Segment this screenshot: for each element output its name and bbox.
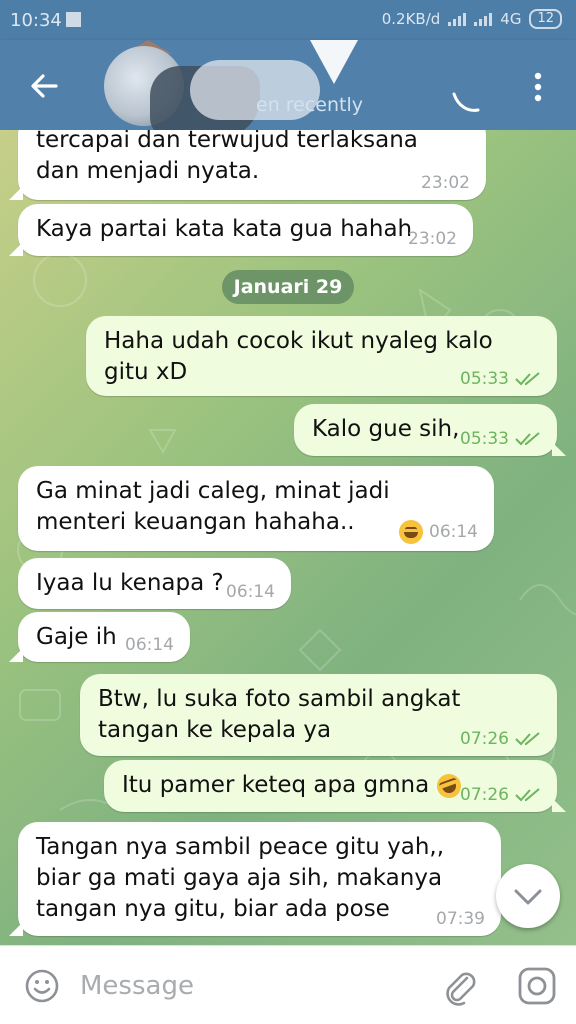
message-time: 23:02 <box>421 173 470 193</box>
message-text: tercapai dan terwujud terlaksana dan men… <box>36 130 418 184</box>
paperclip-icon[interactable] <box>440 966 480 1006</box>
double-check-icon <box>515 372 540 386</box>
message-time: 23:02 <box>408 229 457 249</box>
signal-1-icon <box>448 12 467 26</box>
chevron-down-icon <box>514 889 542 905</box>
message-incoming[interactable]: tercapai dan terwujud terlaksana dan men… <box>9 130 486 200</box>
network-type: 4G <box>500 10 522 28</box>
double-check-icon <box>515 732 540 746</box>
instagram-camera-icon[interactable] <box>516 966 558 1006</box>
message-meta: 05:33 <box>460 369 541 389</box>
status-bar: 10:34 0.2KB/d 4G 12 <box>0 0 576 40</box>
double-check-icon <box>515 432 540 446</box>
message-incoming[interactable]: Gaje ih 06:14 <box>9 612 190 662</box>
message-composer <box>0 945 576 1024</box>
date-separator: Januari 29 <box>222 270 354 304</box>
message-meta: 23:02 <box>421 173 470 193</box>
message-incoming[interactable]: Ga minat jadi caleg, minat jadi menteri … <box>18 466 494 551</box>
arrow-left-icon[interactable] <box>26 68 62 104</box>
message-time: 06:14 <box>125 635 174 655</box>
message-meta: 23:02 <box>408 229 457 249</box>
smiling-face-icon <box>399 520 423 544</box>
smiley-icon[interactable] <box>24 968 60 1004</box>
redaction-mark <box>310 40 358 84</box>
chat-header: en recently <box>0 40 576 138</box>
message-text: Itu pamer keteq apa gmna <box>122 772 430 798</box>
message-outgoing[interactable]: Haha udah cocok ikut nyaleg kalo gitu xD… <box>86 316 557 396</box>
message-meta: 05:33 <box>460 429 541 449</box>
message-incoming[interactable]: Kaya partai kata kata gua hahah 23:02 <box>9 204 473 256</box>
message-meta: 06:14 <box>125 635 174 655</box>
message-meta: 07:39 <box>436 909 485 929</box>
message-meta: 07:26 <box>460 729 541 749</box>
last-seen-status: en recently <box>256 94 364 116</box>
message-input[interactable] <box>80 966 410 1006</box>
message-meta: 07:26 <box>460 785 541 805</box>
more-vertical-icon[interactable] <box>524 70 552 104</box>
scroll-down-button[interactable] <box>496 864 560 928</box>
network-speed: 0.2KB/d <box>381 10 441 28</box>
message-meta: 06:14 <box>399 520 478 544</box>
message-incoming[interactable]: Tangan nya sambil peace gitu yah,, biar … <box>9 822 501 936</box>
message-outgoing[interactable]: Itu pamer keteq apa gmna 07:26 <box>104 760 566 812</box>
message-time: 07:39 <box>436 909 485 929</box>
status-time: 10:34 <box>10 10 62 31</box>
message-time: 05:33 <box>460 429 509 449</box>
battery-level: 12 <box>537 11 554 26</box>
message-time: 05:33 <box>460 369 509 389</box>
status-indicators: 0.2KB/d 4G 12 <box>382 9 562 29</box>
phone-icon[interactable] <box>448 80 484 116</box>
double-check-icon <box>515 788 540 802</box>
message-time: 06:14 <box>429 522 478 542</box>
message-text: Kaya partai kata kata gua hahah <box>36 216 413 242</box>
message-outgoing[interactable]: Btw, lu suka foto sambil angkat tangan k… <box>80 674 557 756</box>
message-list[interactable]: tercapai dan terwujud terlaksana dan men… <box>0 130 576 945</box>
battery-icon: 12 <box>529 9 562 29</box>
message-text: Tangan nya sambil peace gitu yah,, biar … <box>36 834 445 922</box>
message-time: 06:14 <box>226 582 275 602</box>
telegram-chat-screen: 10:34 0.2KB/d 4G 12 en recently tercapai… <box>0 0 576 1024</box>
message-time: 07:26 <box>460 785 509 805</box>
notification-icon <box>66 12 81 27</box>
message-meta: 06:14 <box>226 582 275 602</box>
message-time: 07:26 <box>460 729 509 749</box>
signal-2-icon <box>474 12 493 26</box>
message-incoming[interactable]: Iyaa lu kenapa ? 06:14 <box>18 558 291 609</box>
message-outgoing[interactable]: Kalo gue sih, 05:33 <box>294 404 566 456</box>
